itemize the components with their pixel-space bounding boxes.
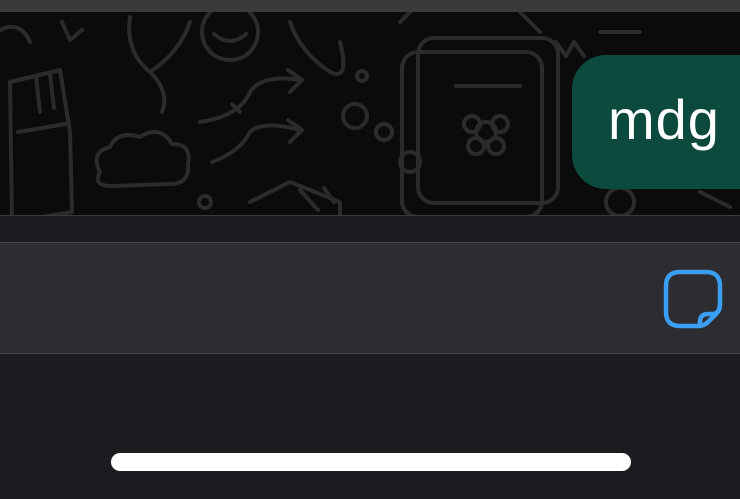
top-bar [0,0,740,12]
message-input-box[interactable] [0,242,740,354]
sticker-icon[interactable] [660,266,726,332]
message-text: mdg [608,88,720,151]
message-input[interactable] [11,273,595,325]
chat-area[interactable]: mdg [0,12,740,215]
home-indicator [111,453,631,471]
chat-screen: mdg [0,0,740,499]
outgoing-message-bubble[interactable]: mdg [572,55,740,189]
